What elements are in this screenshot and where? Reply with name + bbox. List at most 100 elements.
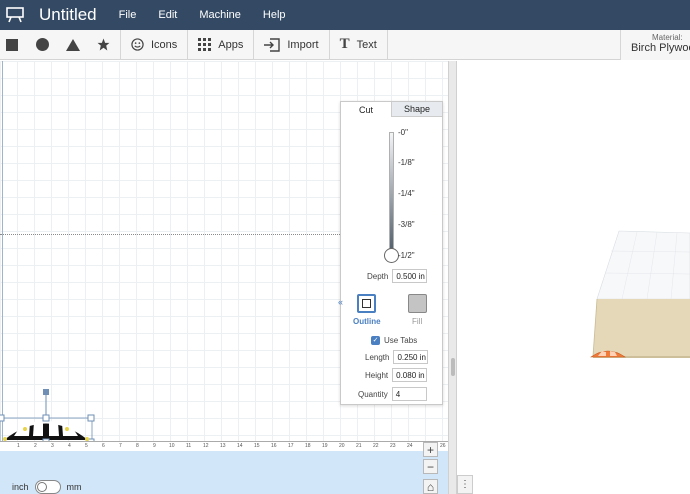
ruler-tick-label: 3 [51, 443, 54, 449]
split-divider[interactable] [448, 61, 457, 494]
depth-label: Depth [367, 271, 389, 281]
use-tabs-checkbox[interactable]: ✓ [371, 336, 380, 345]
home-view-button[interactable]: ⌂ [423, 479, 438, 494]
depth-tick-label: -1/4" [398, 189, 415, 198]
grid-icon [198, 38, 212, 51]
horizontal-ruler: 1 2 3 4 5 6 7 8 9 10 11 12 13 14 15 16 1… [0, 441, 448, 451]
preview-menu-button[interactable]: ⋮ [457, 475, 473, 494]
ruler-tick-label: 12 [203, 443, 209, 449]
fill-mode-button[interactable] [408, 294, 427, 313]
menu-edit[interactable]: Edit [158, 9, 177, 21]
toolbar: Icons Apps Import T Text Material: Birch… [0, 29, 690, 60]
depth-input[interactable]: 0.500 in [392, 269, 428, 283]
unit-mm-label: mm [66, 482, 82, 492]
ruler-tick-label: 9 [153, 443, 156, 449]
length-field-row: Length 0.250 in [365, 350, 429, 364]
ruler-tick-label: 17 [288, 443, 294, 449]
depth-tick-label: -0" [398, 128, 408, 137]
circle-icon[interactable] [24, 30, 60, 60]
top-bar: Untitled File Edit Machine Help [0, 0, 690, 30]
ruler-tick-label: 21 [356, 443, 362, 449]
star-icon[interactable] [86, 30, 120, 60]
ruler-tick-label: 2 [34, 443, 37, 449]
ruler-tick-label: 11 [186, 443, 192, 449]
height-input[interactable]: 0.080 in [392, 368, 428, 382]
outline-label: Outline [353, 317, 381, 326]
ruler-tick-label: 16 [271, 443, 277, 449]
apps-button[interactable]: Apps [188, 30, 253, 60]
ruler-tick-label: 23 [390, 443, 396, 449]
use-tabs-row: ✓ Use Tabs [371, 336, 417, 345]
height-field-row: Height 0.080 in [365, 368, 428, 382]
guide-line [0, 234, 342, 235]
length-input[interactable]: 0.250 in [393, 350, 429, 364]
depth-tick-label: -1/8" [398, 158, 415, 167]
divider-grip[interactable] [451, 358, 455, 376]
unit-switch[interactable] [34, 480, 61, 494]
unit-toggle[interactable]: inch mm [12, 480, 82, 494]
ruler-tick-label: 7 [119, 443, 122, 449]
smiley-icon [131, 38, 144, 51]
material-label: Material: [652, 33, 683, 42]
ruler-tick-label: 8 [136, 443, 139, 449]
ruler-tick-label: 15 [254, 443, 260, 449]
text-button[interactable]: T Text [330, 30, 387, 60]
ruler-tick-label: 5 [85, 443, 88, 449]
ruler-tick-label: 10 [169, 443, 175, 449]
menu-help[interactable]: Help [263, 9, 286, 21]
cut-settings-panel: Cut Shape -0" -1/8" -1/4" -3/8" -1/2" De… [338, 101, 443, 405]
3d-preview[interactable] [457, 61, 690, 494]
depth-tick-label: -3/8" [398, 220, 415, 229]
length-label: Length [365, 352, 390, 362]
text-button-label: Text [356, 38, 377, 51]
ruler-tick-label: 19 [322, 443, 328, 449]
depth-tick-label: -1/2" [398, 251, 415, 260]
icons-button-label: Icons [151, 38, 178, 51]
ruler-tick-label: 22 [373, 443, 379, 449]
ruler-tick-label: 13 [220, 443, 226, 449]
depth-slider-track[interactable] [389, 132, 394, 257]
depth-field-row: Depth 0.500 in [367, 269, 428, 283]
zoom-out-button[interactable]: − [423, 459, 438, 474]
document-title[interactable]: Untitled [39, 5, 97, 25]
square-icon[interactable] [0, 30, 24, 60]
text-t-icon: T [339, 36, 350, 52]
ruler-tick-label: 14 [237, 443, 243, 449]
selected-shape[interactable] [0, 387, 100, 445]
ruler-tick-label: 1 [17, 443, 20, 449]
collapse-panel-icon[interactable]: « [338, 297, 343, 307]
menu-machine[interactable]: Machine [199, 9, 241, 21]
ruler-tick-label: 4 [68, 443, 71, 449]
ruler-tick-label: 24 [407, 443, 413, 449]
ruler-tick-label: 6 [102, 443, 105, 449]
zoom-in-button[interactable]: + [423, 442, 438, 457]
fill-label: Fill [412, 317, 423, 326]
import-icon [264, 37, 281, 52]
menu-file[interactable]: File [119, 9, 137, 21]
icons-button[interactable]: Icons [121, 30, 187, 60]
use-tabs-label: Use Tabs [384, 336, 418, 345]
unit-inch-label: inch [12, 482, 29, 492]
ruler-tick-label: 20 [339, 443, 345, 449]
panel-tabs: Cut Shape [341, 102, 442, 117]
ruler-tick-label: 26 [440, 443, 446, 449]
outline-mode-button[interactable] [357, 294, 376, 313]
height-label: Height [365, 370, 389, 380]
tab-cut[interactable]: Cut [341, 102, 391, 117]
tab-shape[interactable]: Shape [391, 102, 442, 117]
apps-button-label: Apps [218, 38, 244, 51]
depth-slider-handle[interactable] [384, 248, 399, 263]
import-button-label: Import [287, 38, 319, 51]
triangle-icon[interactable] [60, 30, 86, 60]
material-selector[interactable]: Material: Birch Plywood [620, 30, 690, 60]
material-preview [590, 230, 690, 358]
toolbar-divider [386, 29, 388, 60]
ruler-tick-label: 18 [305, 443, 311, 449]
unit-switch-knob [36, 482, 47, 492]
quantity-input[interactable]: 4 [391, 387, 427, 401]
quantity-label: Quantity [358, 389, 388, 399]
import-button[interactable]: Import [254, 30, 328, 60]
quantity-field-row: Quantity 4 [358, 387, 427, 401]
material-value: Birch Plywood [631, 42, 690, 54]
app-logo-icon[interactable] [0, 0, 30, 30]
